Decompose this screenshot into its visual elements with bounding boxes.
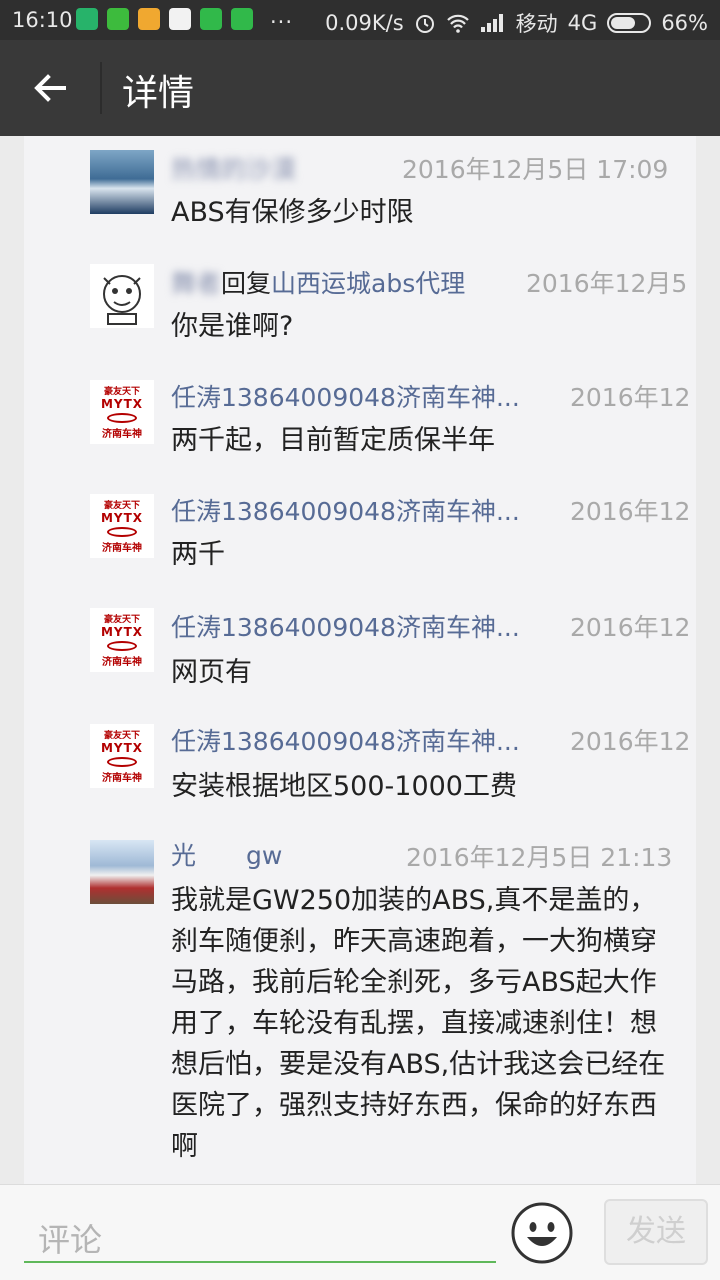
title-divider	[100, 62, 102, 114]
wifi-icon	[446, 14, 469, 33]
comment-time: 2016年12	[570, 613, 691, 642]
avatar[interactable]	[90, 264, 154, 328]
comment-text: 安装根据地区500-1000工费	[171, 771, 517, 802]
comment-author[interactable]: 任涛13864009048济南车神...	[171, 722, 520, 756]
comment-text: 你是谁啊?	[171, 311, 294, 342]
phone-notification-icon	[200, 8, 222, 30]
comment-author[interactable]: 任涛13864009048济南车神...	[171, 492, 520, 526]
comment-time: 2016年12月5日 17:09	[402, 155, 669, 184]
phone-notification-icon-2	[231, 8, 253, 30]
status-time: 16:10	[12, 8, 73, 32]
comment-text: ABS有保修多少时限	[171, 197, 414, 228]
battery-icon	[607, 13, 652, 33]
comment-text: 网页有	[171, 657, 252, 688]
comment-author[interactable]: 光 gw	[171, 836, 282, 870]
avatar[interactable]	[90, 150, 154, 214]
status-bar: 16:10 ... 0.09K/s 移动 4G 66%	[0, 0, 720, 40]
alarm-icon	[415, 15, 434, 33]
comment-input-bar: 评论 发送	[0, 1184, 720, 1280]
qq-notification-icon	[169, 8, 191, 30]
mytx-logo-avatar[interactable]: 豪友天下 MYTX 济南车神	[90, 608, 154, 672]
battery-percent: 66%	[661, 11, 708, 35]
back-arrow-icon[interactable]	[30, 68, 70, 108]
title-bar: 详情	[0, 40, 720, 136]
comment-author[interactable]: 任涛13864009048济南车神...	[171, 378, 520, 412]
page-title: 详情	[122, 73, 195, 114]
status-right: 0.09K/s 移动 4G 66%	[325, 8, 708, 38]
mytx-logo-avatar[interactable]: 豪友天下 MYTX 济南车神	[90, 724, 154, 788]
dragon-avatar-image	[103, 275, 141, 325]
mytx-logo-avatar[interactable]: 豪友天下 MYTX 济南车神	[90, 494, 154, 558]
avatar[interactable]	[90, 840, 154, 904]
reply-target: 山西运城abs代理	[271, 269, 466, 298]
wechat-notification-icon	[107, 8, 129, 30]
comment-time: 2016年12月5	[526, 269, 688, 298]
mail-notification-icon	[138, 8, 160, 30]
network-speed: 0.09K/s	[325, 11, 404, 35]
mytx-logo-avatar[interactable]: 豪友天下 MYTX 济南车神	[90, 380, 154, 444]
comment-author[interactable]: 舞者回复山西运城abs代理	[171, 264, 465, 298]
comment-time: 2016年12月5日 21:13	[406, 843, 673, 872]
notification-icons	[76, 8, 253, 30]
comment-author[interactable]: 任涛13864009048济南车神...	[171, 608, 520, 642]
shield-notification-icon	[76, 8, 98, 30]
battery-level	[611, 17, 636, 29]
network-type: 4G	[567, 11, 598, 35]
comment-time: 2016年12	[570, 497, 691, 526]
comment-text: 我就是GW250加装的ABS,真不是盖的，刹车随便刹，昨天高速跑着，一大狗横穿马…	[171, 885, 666, 1162]
more-notifications: ...	[270, 4, 294, 28]
comment-author[interactable]: 热情的沙漠	[171, 150, 296, 184]
carrier-name: 移动	[515, 12, 558, 36]
comment-time: 2016年12	[570, 727, 691, 756]
comment-list[interactable]: 热情的沙漠 2016年12月5日 17:09 ABS有保修多少时限 舞者回复山西…	[24, 136, 696, 1186]
comment-text: 两千起，目前暂定质保半年	[171, 425, 495, 456]
signal-icon	[480, 14, 503, 32]
emoji-icon[interactable]	[510, 1201, 574, 1265]
comment-time: 2016年12	[570, 383, 691, 412]
send-button[interactable]: 发送	[604, 1199, 708, 1265]
comment-text: 两千	[171, 539, 225, 570]
comment-input[interactable]: 评论	[24, 1203, 496, 1263]
